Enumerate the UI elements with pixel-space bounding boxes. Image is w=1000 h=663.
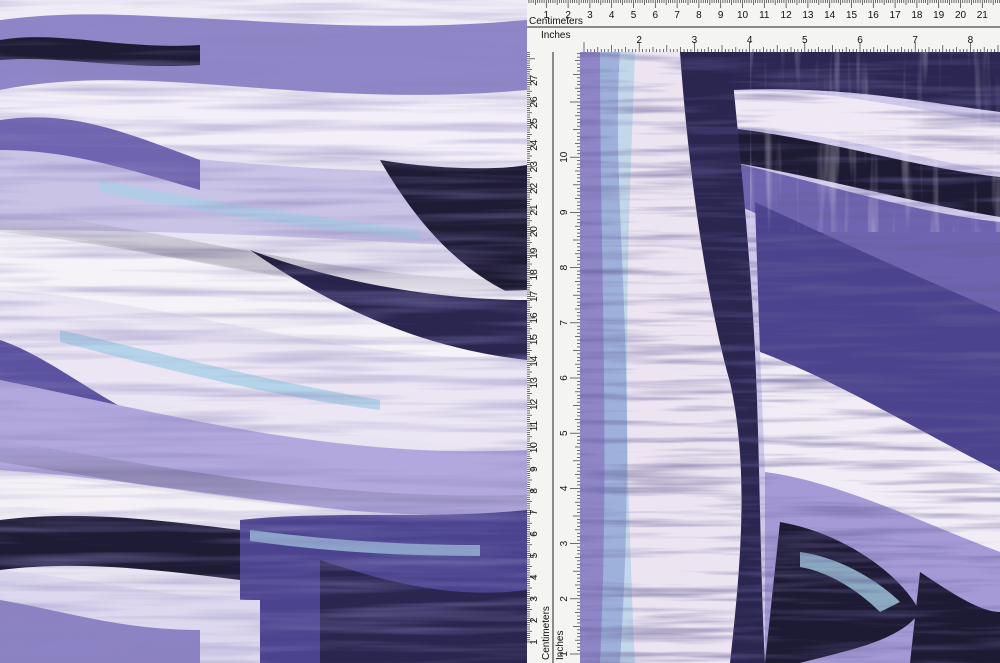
side-cm-tick-label: 22 (529, 182, 540, 194)
top-cm-tick-label: 21 (977, 10, 989, 21)
top-inch-tick-label: 7 (912, 35, 918, 46)
side-inch-tick-label: 10 (559, 151, 570, 163)
side-cm-tick-label: 15 (529, 334, 540, 346)
side-inch-tick-label: 2 (559, 596, 570, 602)
side-cm-tick-label: 4 (529, 574, 540, 580)
side-inch-tick-label: 5 (559, 430, 570, 436)
side-cm-tick-label: 11 (529, 420, 540, 431)
side-cm-tick-label: 6 (529, 531, 540, 537)
top-cm-tick-label: 10 (737, 10, 749, 21)
side-cm-tick-label: 27 (529, 74, 540, 86)
top-ruler-scale: Centimeters Inches 1 2 3 4 5 6 7 8 9 10 11 12 13 14 15… (527, 0, 1000, 52)
top-cm-tick-label: 7 (674, 10, 680, 21)
side-cm-tick-label: 14 (529, 355, 540, 367)
top-inch-tick-label: 2 (636, 35, 642, 46)
top-ruler: Centimeters Inches 1 2 3 4 5 6 7 8 9 10 11 12 13 14 15… (527, 0, 1000, 52)
side-cm-tick-label: 2 (529, 617, 540, 623)
side-inch-tick-label: 4 (559, 485, 570, 491)
flat-fabric-photo (580, 52, 1000, 663)
side-cm-tick-label: 17 (529, 290, 540, 302)
top-inch-tick-label: 8 (968, 35, 974, 46)
side-cm-tick-label: 12 (529, 398, 540, 410)
top-cm-tick-label: 14 (824, 10, 836, 21)
draped-fabric-image (0, 0, 527, 663)
top-cm-tick-label: 19 (933, 10, 945, 21)
side-inch-tick-label: 9 (559, 209, 570, 215)
side-cm-tick-label: 20 (529, 226, 540, 238)
side-cm-tick-label: 8 (529, 488, 540, 494)
side-cm-tick-label: 3 (529, 596, 540, 602)
top-cm-tick-label: 9 (718, 10, 724, 21)
side-cm-tick-label: 24 (529, 139, 540, 151)
side-cm-tick-label: 21 (529, 204, 540, 216)
side-inch-tick-label: 3 (559, 540, 570, 546)
side-cm-tick-label: 26 (529, 96, 540, 108)
side-cm-tick-label: 19 (529, 247, 540, 259)
top-inch-tick-label: 4 (747, 35, 753, 46)
flat-fabric-image (580, 52, 1000, 663)
side-inch-tick-label: 7 (559, 320, 570, 326)
top-inch-tick-label: 6 (857, 35, 863, 46)
side-inch-tick-label: 8 (559, 264, 570, 270)
top-cm-tick-label: 5 (631, 10, 637, 21)
side-cm-tick-label: 7 (529, 509, 540, 515)
side-cm-tick-label: 9 (529, 466, 540, 472)
top-cm-tick-label: 1 (544, 10, 550, 21)
top-cm-tick-label: 2 (565, 10, 571, 21)
side-ruler: Centimeters Inches 1 2 3 4 5 6 7 8 9 10 11 12 13 14 15… (527, 52, 580, 663)
side-cm-tick-label: 10 (529, 442, 540, 454)
side-cm-tick-label: 1 (529, 639, 540, 645)
top-cm-tick-label: 3 (587, 10, 593, 21)
top-cm-tick-label: 11 (759, 10, 770, 21)
side-cm-label: Centimeters (541, 606, 552, 660)
top-cm-tick-label: 4 (609, 10, 615, 21)
top-inch-tick-label: 3 (692, 35, 698, 46)
top-cm-tick-label: 12 (781, 10, 793, 21)
top-cm-tick-label: 18 (911, 10, 923, 21)
side-cm-tick-label: 5 (529, 552, 540, 558)
top-cm-tick-label: 8 (696, 10, 702, 21)
top-cm-tick-label: 15 (846, 10, 858, 21)
side-inch-tick-label: 6 (559, 375, 570, 381)
draped-fabric-photo (0, 0, 527, 663)
side-cm-tick-label: 23 (529, 161, 540, 173)
side-cm-tick-label: 16 (529, 312, 540, 324)
side-cm-tick-label: 18 (529, 269, 540, 281)
top-cm-tick-label: 13 (802, 10, 814, 21)
top-cm-tick-label: 6 (653, 10, 659, 21)
top-cm-tick-label: 16 (868, 10, 880, 21)
top-cm-label: Centimeters (529, 16, 583, 27)
top-cm-tick-label: 17 (890, 10, 902, 21)
side-ruler-scale: Centimeters Inches 123456789101112131415… (527, 52, 580, 663)
top-cm-tick-label: 20 (955, 10, 967, 21)
top-inch-label: Inches (541, 30, 570, 41)
side-cm-tick-label: 25 (529, 118, 540, 130)
top-inch-tick-label: 5 (802, 35, 808, 46)
side-cm-tick-label: 13 (529, 377, 540, 389)
side-inch-tick-label: 1 (559, 651, 570, 657)
